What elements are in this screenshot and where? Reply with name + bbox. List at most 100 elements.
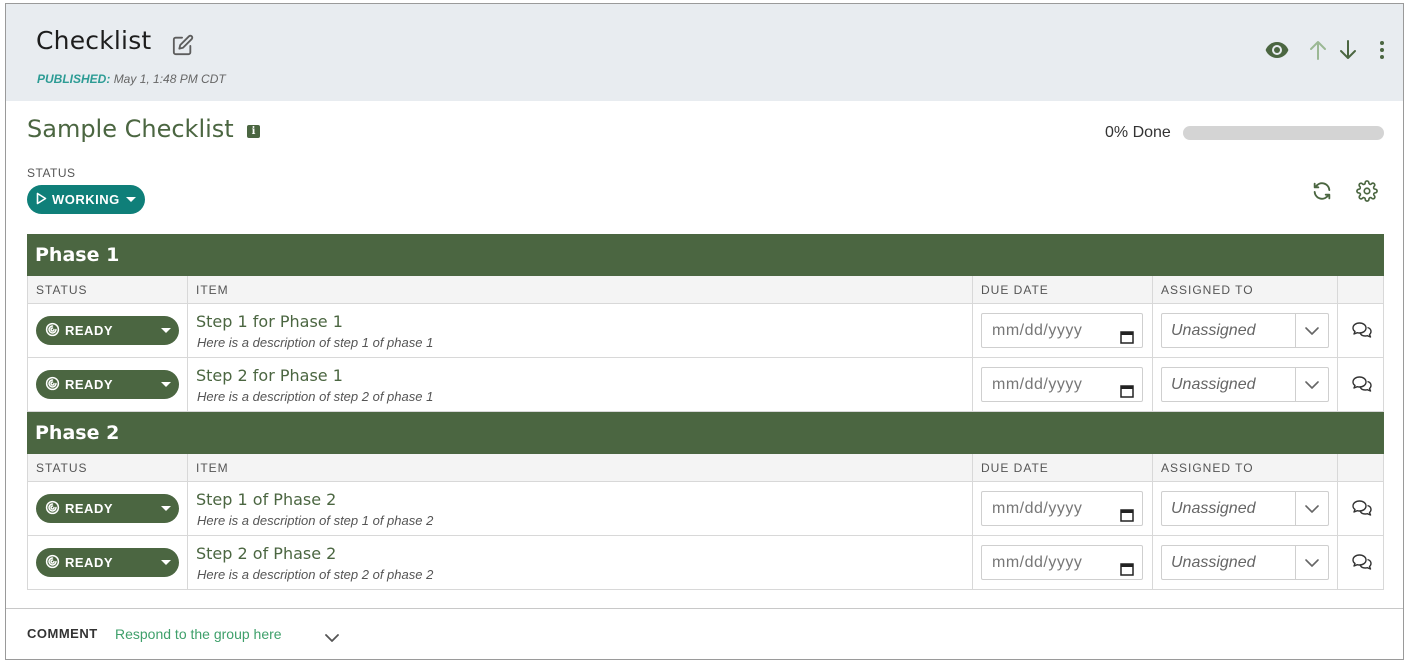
comment-bubble-icon[interactable]: [1351, 375, 1373, 398]
select-divider: [1295, 546, 1296, 579]
comment-cell: [1338, 358, 1383, 411]
comment-cell: [1338, 482, 1383, 535]
status-cell: READY: [28, 482, 188, 535]
assignee-value: Unassigned: [1171, 322, 1256, 339]
eye-icon[interactable]: [1265, 41, 1289, 64]
header-actions: [1265, 39, 1385, 66]
column-header-assigned-to: ASSIGNED TO: [1153, 276, 1338, 303]
column-headers: STATUS ITEM DUE DATE ASSIGNED TO: [27, 276, 1384, 304]
step-description: Here is a description of step 2 of phase…: [197, 567, 434, 582]
comment-link[interactable]: Respond to the group here: [115, 626, 282, 642]
step-status-dropdown[interactable]: READY: [36, 494, 179, 523]
gear-icon[interactable]: [1356, 180, 1378, 207]
due-date-input[interactable]: mm/dd/yyyy: [981, 313, 1143, 348]
status-cell: READY: [28, 536, 188, 589]
refresh-icon[interactable]: [1311, 180, 1333, 207]
assignee-select[interactable]: Unassigned: [1161, 545, 1329, 580]
progress-label: 0% Done: [1105, 124, 1171, 141]
caret-down-icon: [125, 197, 136, 202]
published-info: PUBLISHED: May 1, 1:48 PM CDT: [37, 72, 226, 86]
due-date-cell: mm/dd/yyyy: [973, 358, 1153, 411]
assignee-select[interactable]: Unassigned: [1161, 313, 1329, 348]
checklist-status-value: WORKING: [52, 192, 120, 207]
chevron-down-icon[interactable]: [324, 630, 340, 648]
edit-pencil-icon[interactable]: [172, 34, 194, 56]
item-cell: Step 1 for Phase 1 Here is a description…: [188, 304, 973, 357]
due-date-input[interactable]: mm/dd/yyyy: [981, 367, 1143, 402]
assigned-cell: Unassigned: [1153, 536, 1338, 589]
arrow-down-icon[interactable]: [1339, 39, 1357, 66]
column-header-comment: [1338, 276, 1383, 303]
step-description: Here is a description of step 1 of phase…: [197, 513, 434, 528]
step-description: Here is a description of step 1 of phase…: [197, 335, 434, 350]
column-header-item: ITEM: [188, 454, 973, 481]
table-row: READY Step 1 of Phase 2 Here is a descri…: [27, 482, 1384, 536]
table-row: READY Step 2 for Phase 1 Here is a descr…: [27, 358, 1384, 412]
panel-header: Checklist PUBLISHED: May 1, 1:48 PM CDT: [6, 4, 1403, 101]
more-vertical-icon[interactable]: [1379, 40, 1385, 65]
caret-down-icon: [161, 560, 171, 565]
footer-divider: [6, 608, 1403, 609]
step-status-dropdown[interactable]: READY: [36, 316, 179, 345]
info-icon[interactable]: i: [247, 125, 260, 138]
item-cell: Step 2 of Phase 2 Here is a description …: [188, 536, 973, 589]
progress-bar: [1183, 126, 1384, 140]
due-date-placeholder: mm/dd/yyyy: [992, 322, 1083, 339]
select-divider: [1295, 314, 1296, 347]
phase-header: Phase 1: [27, 234, 1384, 276]
comment-cell: [1338, 304, 1383, 357]
step-name[interactable]: Step 2 for Phase 1: [196, 366, 343, 385]
item-cell: Step 1 of Phase 2 Here is a description …: [188, 482, 973, 535]
chevron-down-icon: [1304, 556, 1320, 574]
due-date-cell: mm/dd/yyyy: [973, 536, 1153, 589]
step-status-label: READY: [65, 555, 114, 570]
comment-bubble-icon[interactable]: [1351, 553, 1373, 576]
calendar-icon[interactable]: [1120, 555, 1134, 588]
step-name[interactable]: Step 2 of Phase 2: [196, 544, 336, 563]
checklist-panel: Checklist PUBLISHED: May 1, 1:48 PM CDT: [5, 3, 1404, 660]
ready-status-icon: [45, 554, 60, 572]
assignee-value: Unassigned: [1171, 500, 1256, 517]
status-label: STATUS: [27, 166, 76, 180]
checklist-table: Phase 1 STATUS ITEM DUE DATE ASSIGNED TO REA…: [27, 234, 1384, 590]
chevron-down-icon: [1304, 378, 1320, 396]
ready-status-icon: [45, 376, 60, 394]
status-cell: READY: [28, 358, 188, 411]
caret-down-icon: [161, 328, 171, 333]
assignee-select[interactable]: Unassigned: [1161, 367, 1329, 402]
step-description: Here is a description of step 2 of phase…: [197, 389, 434, 404]
step-status-dropdown[interactable]: READY: [36, 548, 179, 577]
step-name[interactable]: Step 1 for Phase 1: [196, 312, 343, 331]
calendar-icon[interactable]: [1120, 377, 1134, 410]
calendar-icon[interactable]: [1120, 501, 1134, 534]
step-status-label: READY: [65, 377, 114, 392]
item-cell: Step 2 for Phase 1 Here is a description…: [188, 358, 973, 411]
assigned-cell: Unassigned: [1153, 482, 1338, 535]
assignee-value: Unassigned: [1171, 376, 1256, 393]
comment-cell: [1338, 536, 1383, 589]
assignee-select[interactable]: Unassigned: [1161, 491, 1329, 526]
published-label: PUBLISHED:: [37, 72, 111, 86]
comment-bubble-icon[interactable]: [1351, 321, 1373, 344]
select-divider: [1295, 368, 1296, 401]
column-header-status: STATUS: [28, 276, 188, 303]
step-status-dropdown[interactable]: READY: [36, 370, 179, 399]
due-date-input[interactable]: mm/dd/yyyy: [981, 545, 1143, 580]
phase-header: Phase 2: [27, 412, 1384, 454]
chevron-down-icon: [1304, 324, 1320, 342]
checklist-status-dropdown[interactable]: WORKING: [27, 185, 145, 214]
calendar-icon[interactable]: [1120, 323, 1134, 356]
comment-bubble-icon[interactable]: [1351, 499, 1373, 522]
due-date-input[interactable]: mm/dd/yyyy: [981, 491, 1143, 526]
step-name[interactable]: Step 1 of Phase 2: [196, 490, 336, 509]
due-date-placeholder: mm/dd/yyyy: [992, 554, 1083, 571]
arrow-up-icon[interactable]: [1309, 39, 1327, 66]
page-title: Checklist: [36, 26, 152, 55]
table-row: READY Step 2 of Phase 2 Here is a descri…: [27, 536, 1384, 590]
column-header-due-date: DUE DATE: [973, 454, 1153, 481]
select-divider: [1295, 492, 1296, 525]
due-date-cell: mm/dd/yyyy: [973, 482, 1153, 535]
checklist-title: Sample Checklist: [27, 115, 234, 143]
assigned-cell: Unassigned: [1153, 304, 1338, 357]
column-header-item: ITEM: [188, 276, 973, 303]
